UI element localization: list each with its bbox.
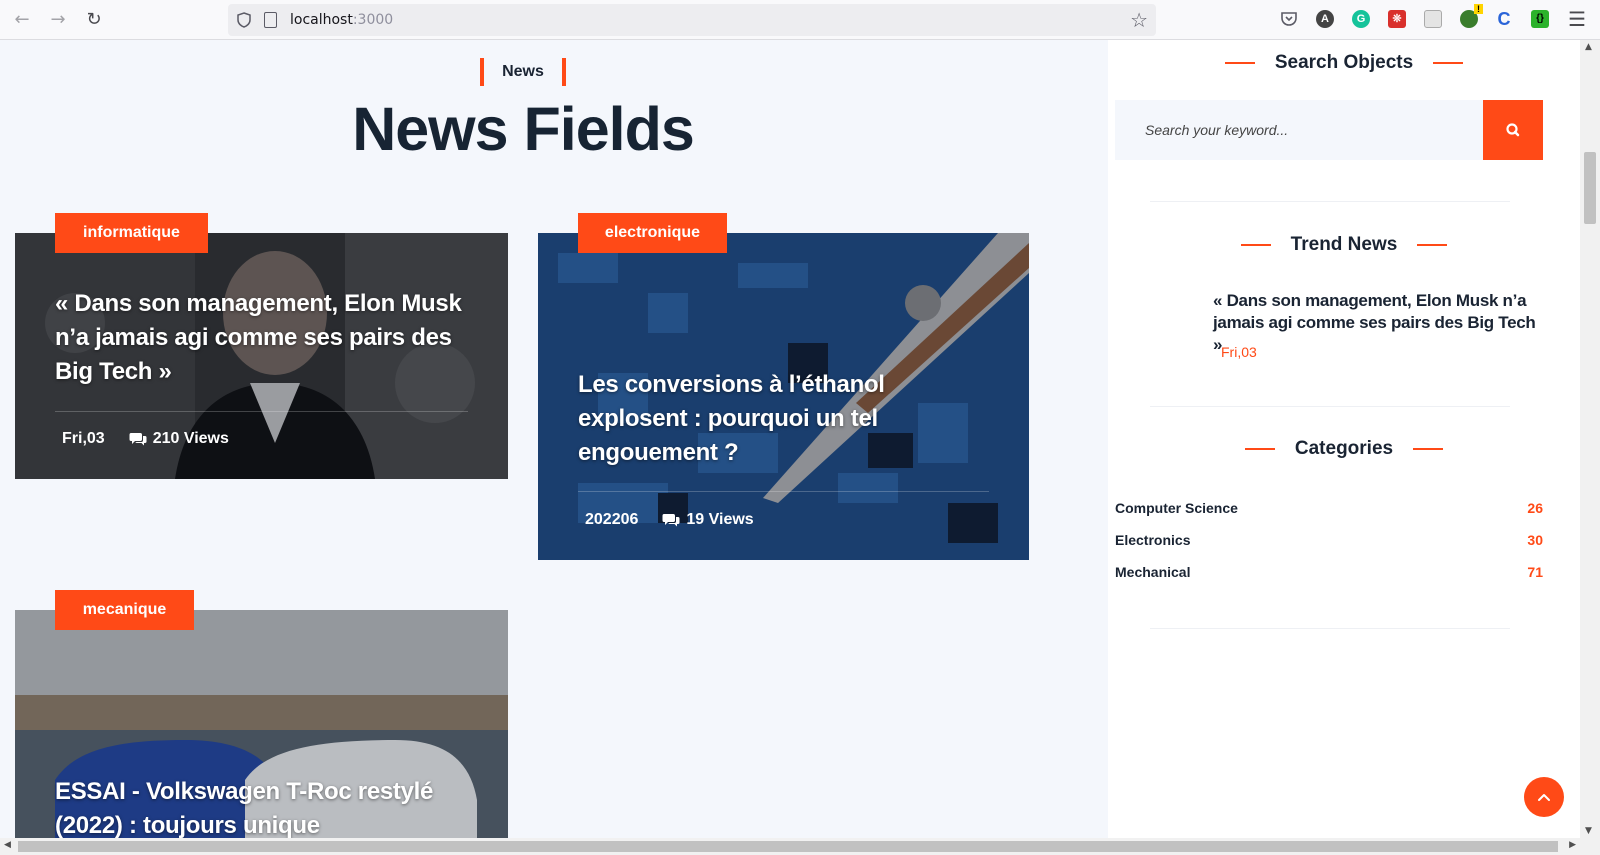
category-badge[interactable]: informatique xyxy=(55,213,208,253)
browser-toolbar: ← → ↻ localhost:3000 ☆ A G ❊ ! C {} ☰ xyxy=(0,0,1600,40)
category-count: 26 xyxy=(1527,500,1543,516)
trend-news-title[interactable]: « Dans son management, Elon Musk n’a jam… xyxy=(1213,290,1548,356)
news-card-views: 19 Views xyxy=(686,511,754,528)
chevron-up-icon xyxy=(1538,794,1550,801)
grammarly-icon[interactable]: G xyxy=(1352,10,1370,28)
reader-icon[interactable] xyxy=(1424,10,1442,28)
bookmark-star-icon[interactable]: ☆ xyxy=(1130,8,1148,32)
scroll-right-icon[interactable]: ▶ xyxy=(1569,840,1576,850)
trend-news-date: Fri,03 xyxy=(1221,344,1257,360)
vertical-scrollbar[interactable]: ▲ ▼ xyxy=(1580,40,1600,838)
search-icon xyxy=(1506,123,1520,137)
news-card-title[interactable]: ESSAI - Volkswagen T-Roc restylé (2022) … xyxy=(55,775,468,838)
divider xyxy=(1150,201,1510,202)
back-icon[interactable]: ← xyxy=(10,8,34,32)
pdf-icon[interactable]: ❊ xyxy=(1388,10,1406,28)
search-button[interactable] xyxy=(1483,100,1543,160)
news-card-date: Fri,03 xyxy=(62,430,105,447)
section-tag: News xyxy=(480,58,566,86)
pocket-icon[interactable] xyxy=(1280,10,1298,28)
category-item-computer-science[interactable]: Computer Science 26 xyxy=(1115,500,1543,516)
extension-alert-icon[interactable]: ! xyxy=(1460,4,1483,28)
news-card[interactable]: « Dans son management, Elon Musk n’a jam… xyxy=(15,233,508,479)
page-icon xyxy=(264,12,277,28)
category-name[interactable]: Electronics xyxy=(1115,532,1190,548)
horizontal-scrollbar[interactable]: ◀ ▶ xyxy=(0,838,1600,855)
url-text[interactable]: localhost:3000 xyxy=(290,12,393,28)
category-count: 30 xyxy=(1527,532,1543,548)
news-card-title[interactable]: Les conversions à l’éthanol explosent : … xyxy=(578,368,989,470)
search-input[interactable] xyxy=(1115,100,1483,160)
divider xyxy=(1150,628,1510,629)
category-name[interactable]: Mechanical xyxy=(1115,564,1190,580)
scroll-up-icon[interactable]: ▲ xyxy=(1585,42,1592,52)
address-bar[interactable]: localhost:3000 ☆ xyxy=(228,4,1156,36)
scroll-left-icon[interactable]: ◀ xyxy=(4,840,11,850)
news-card-date: 202206 xyxy=(585,511,639,528)
json-extension-icon[interactable]: {} xyxy=(1531,10,1549,28)
news-card[interactable]: ESSAI - Volkswagen T-Roc restylé (2022) … xyxy=(15,610,508,838)
news-card[interactable]: Les conversions à l’éthanol explosent : … xyxy=(538,233,1029,560)
trend-widget-title: Trend News xyxy=(1108,234,1580,256)
category-item-electronics[interactable]: Electronics 30 xyxy=(1115,532,1543,548)
scrollbar-thumb[interactable] xyxy=(1584,152,1596,224)
forward-icon[interactable]: → xyxy=(46,8,70,32)
menu-icon[interactable]: ☰ xyxy=(1568,7,1586,31)
c-extension-icon[interactable]: C xyxy=(1495,10,1513,28)
search-widget-title: Search Objects xyxy=(1108,52,1580,74)
main-content: News News Fields « Dans son management, … xyxy=(0,40,1108,838)
scrollbar-thumb[interactable] xyxy=(18,841,1558,852)
search-box xyxy=(1115,100,1543,160)
divider xyxy=(55,411,468,412)
news-card-meta: Fri,03 210 Views xyxy=(62,430,229,448)
category-count: 71 xyxy=(1527,564,1543,580)
back-to-top-button[interactable] xyxy=(1524,777,1564,817)
news-card-meta: 202206 19 Views xyxy=(585,511,754,529)
category-name[interactable]: Computer Science xyxy=(1115,500,1238,516)
page-title: News Fields xyxy=(352,95,695,163)
divider xyxy=(578,491,989,492)
divider xyxy=(1150,406,1510,407)
scroll-down-icon[interactable]: ▼ xyxy=(1585,826,1592,836)
news-card-title[interactable]: « Dans son management, Elon Musk n’a jam… xyxy=(55,287,468,389)
shield-icon[interactable] xyxy=(236,12,252,28)
category-item-mechanical[interactable]: Mechanical 71 xyxy=(1115,564,1543,580)
sidebar: Search Objects Trend News « Dans son man… xyxy=(1108,40,1580,838)
category-badge[interactable]: mecanique xyxy=(55,590,194,630)
category-badge[interactable]: electronique xyxy=(578,213,727,253)
news-card-views: 210 Views xyxy=(152,430,229,447)
reload-icon[interactable]: ↻ xyxy=(82,8,106,32)
comments-icon xyxy=(129,433,147,446)
comments-icon xyxy=(662,514,680,527)
categories-widget-title: Categories xyxy=(1108,438,1580,460)
account-icon[interactable]: A xyxy=(1316,10,1334,28)
